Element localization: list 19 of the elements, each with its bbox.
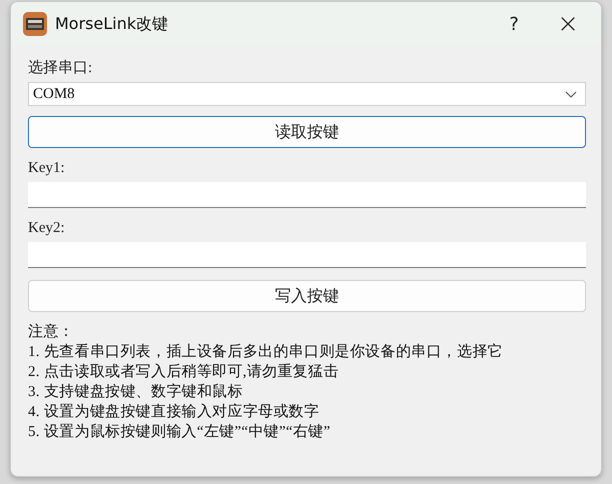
key-label: Key1: (28, 160, 65, 177)
window-title: MorseLink改键 (55, 14, 168, 34)
note-line: 4. 设置为键盘按键直接输入对应字母或数字 (28, 402, 320, 422)
port-label: 选择串口: (28, 58, 92, 77)
note-line: 3. 支持键盘按键、数字键和鼠标 (28, 382, 243, 402)
chevron-down-icon (565, 90, 577, 98)
close-button[interactable]: × (541, 2, 595, 46)
write-keys-button[interactable]: 写入按键 (28, 280, 586, 312)
port-dropdown[interactable]: COM8 (28, 82, 586, 106)
help-button[interactable]: ? (487, 2, 541, 46)
note-line: 5. 设置为鼠标按键则输入“左键”“中键”“右键” (28, 422, 330, 442)
notes-title: 注意： (28, 322, 74, 342)
app-icon (23, 12, 47, 36)
read-keys-button[interactable]: 读取按键 (28, 116, 586, 148)
key-input-field[interactable] (28, 242, 586, 268)
note-line: 2. 点击读取或者写入后稍等即可,请勿重复猛击 (28, 362, 339, 382)
key-input-field[interactable] (28, 182, 586, 208)
note-line: 1. 先查看串口列表，插上设备后多出的串口则是你设备的串口，选择它 (28, 342, 503, 362)
key-label: Key2: (28, 220, 65, 237)
